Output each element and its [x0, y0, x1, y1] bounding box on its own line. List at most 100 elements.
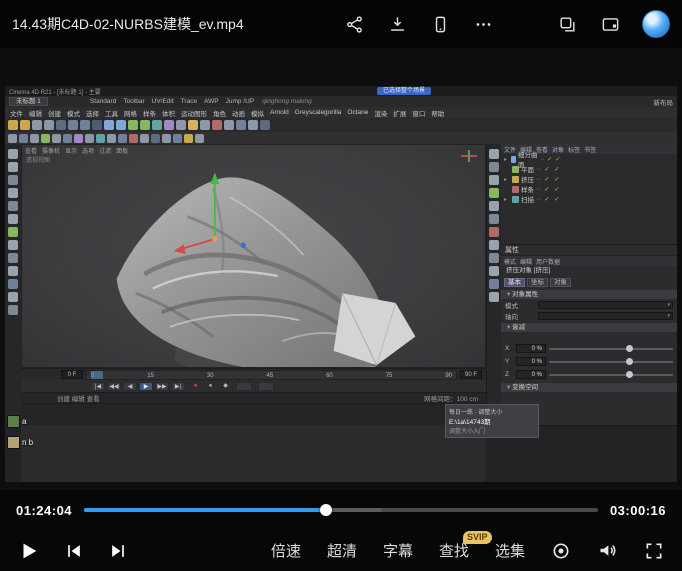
object-row[interactable]: 样条	[501, 184, 677, 194]
tool-icon[interactable]	[8, 253, 18, 263]
tool-icon[interactable]	[19, 134, 28, 143]
visibility-dots-icon[interactable]	[536, 176, 541, 183]
c4d-layout-tab[interactable]: Standard	[90, 98, 116, 105]
tool-icon[interactable]	[8, 240, 18, 250]
object-manager-menu-item[interactable]: 文件	[504, 145, 516, 154]
tool-icon[interactable]	[30, 134, 39, 143]
c4d-layout-tab[interactable]: Jump /UP	[226, 98, 255, 105]
object-row[interactable]: 挤压	[501, 174, 677, 184]
value-field[interactable]: 0 %	[516, 344, 546, 353]
tool-icon[interactable]	[128, 120, 138, 130]
tool-icon[interactable]	[140, 120, 150, 130]
tool-icon[interactable]	[8, 134, 17, 143]
section-header[interactable]: 变换空间	[501, 383, 677, 392]
c4d-menu-item[interactable]: Arnold	[270, 109, 289, 116]
transport-button[interactable]: ▶|	[171, 382, 185, 391]
subtitle-button[interactable]: 字幕	[383, 540, 413, 561]
end-frame-field[interactable]: 90 F	[460, 370, 482, 379]
tool-icon[interactable]	[164, 120, 174, 130]
progress-bar[interactable]	[84, 508, 598, 512]
tool-icon[interactable]	[489, 266, 499, 276]
attribute-menu-item[interactable]: 编辑	[520, 257, 532, 266]
tool-icon[interactable]	[52, 134, 61, 143]
tool-icon[interactable]	[8, 188, 18, 198]
c4d-menu-item[interactable]: 工具	[105, 108, 118, 118]
expander-icon[interactable]	[504, 176, 510, 183]
c4d-menu-item[interactable]: 编辑	[29, 108, 42, 118]
tool-icon[interactable]	[151, 134, 160, 143]
c4d-viewport[interactable]: 查看摄像机显示选项过滤面板 透视视图	[21, 144, 486, 368]
c4d-layout-tab[interactable]: UV/Edit	[152, 98, 174, 105]
object-manager-menu-item[interactable]: 对象	[552, 145, 564, 154]
tool-icon[interactable]	[96, 134, 105, 143]
viewport-menu-item[interactable]: 摄像机	[42, 146, 60, 155]
c4d-menu-item[interactable]: 窗口	[412, 108, 425, 118]
c4d-layout-button[interactable]: 新布局	[654, 97, 674, 107]
transport-option-box[interactable]	[236, 382, 252, 391]
enabled-check-icon[interactable]	[543, 165, 551, 173]
enabled-check-icon[interactable]	[553, 185, 561, 193]
transport-button[interactable]: ◀◀	[107, 382, 121, 391]
material-swatch[interactable]	[7, 415, 20, 428]
tool-icon[interactable]	[200, 120, 210, 130]
c4d-doc-tab[interactable]: 未标题 1	[9, 97, 48, 106]
slider[interactable]	[549, 361, 673, 363]
tool-icon[interactable]	[489, 175, 499, 185]
fullscreen-icon[interactable]	[644, 541, 664, 561]
attribute-tab[interactable]: 对象	[550, 278, 571, 287]
c4d-menu-item[interactable]: 网格	[124, 108, 137, 118]
next-button[interactable]	[108, 541, 128, 561]
attribute-menu-item[interactable]: 用户数据	[536, 257, 560, 266]
tool-icon[interactable]	[152, 120, 162, 130]
start-frame-field[interactable]: 0 F	[61, 370, 83, 379]
tool-icon[interactable]	[8, 149, 18, 159]
tool-icon[interactable]	[489, 253, 499, 263]
tool-icon[interactable]	[8, 201, 18, 211]
slider-knob[interactable]	[626, 358, 633, 365]
viewport-menu-item[interactable]: 面板	[116, 146, 128, 155]
c4d-menu-item[interactable]: 扩展	[393, 108, 406, 118]
tool-icon[interactable]	[116, 120, 126, 130]
tool-icon[interactable]	[260, 120, 270, 130]
tool-icon[interactable]	[8, 266, 18, 276]
c4d-menu-item[interactable]: Greyscalegorilla	[295, 109, 342, 116]
enabled-check-icon[interactable]	[553, 195, 561, 203]
viewport-menu-item[interactable]: 显示	[65, 146, 77, 155]
tool-icon[interactable]	[32, 120, 42, 130]
tool-icon[interactable]	[118, 134, 127, 143]
tool-icon[interactable]	[44, 120, 54, 130]
c4d-menu-item[interactable]: 角色	[213, 108, 226, 118]
c4d-menu-item[interactable]: 帮助	[431, 108, 444, 118]
tool-icon[interactable]	[489, 292, 499, 302]
attribute-tab[interactable]: 基本	[504, 278, 525, 287]
c4d-menu-item[interactable]: 动画	[232, 108, 245, 118]
dropdown[interactable]	[538, 312, 673, 320]
visibility-dots-icon[interactable]	[536, 196, 541, 203]
slider[interactable]	[549, 348, 673, 350]
c4d-menu-item[interactable]: 运动图形	[181, 108, 207, 118]
tool-icon[interactable]	[8, 214, 18, 224]
c4d-menu-item[interactable]: 体积	[162, 108, 175, 118]
material-manager-menu[interactable]: 创建 编辑 查看	[57, 393, 100, 403]
tool-icon[interactable]	[248, 120, 258, 130]
expander-icon[interactable]	[504, 196, 510, 203]
tool-icon[interactable]	[489, 279, 499, 289]
slider-knob[interactable]	[626, 345, 633, 352]
attribute-tab[interactable]: 坐标	[527, 278, 548, 287]
tool-icon[interactable]	[8, 120, 18, 130]
slider[interactable]	[549, 374, 673, 376]
timeline-ruler[interactable]: 0153045607590	[86, 370, 457, 380]
tool-icon[interactable]	[184, 134, 193, 143]
tool-icon[interactable]	[63, 134, 72, 143]
tool-icon[interactable]	[8, 175, 18, 185]
tool-icon[interactable]	[68, 120, 78, 130]
mini-player-icon[interactable]	[599, 13, 621, 35]
enabled-check-icon[interactable]	[543, 195, 551, 203]
share-icon[interactable]	[343, 13, 365, 35]
tool-icon[interactable]	[104, 120, 114, 130]
volume-icon[interactable]	[597, 540, 618, 561]
settings-icon[interactable]	[551, 541, 571, 561]
c4d-menu-item[interactable]: 创建	[48, 108, 61, 118]
c4d-menu-item[interactable]: 模拟	[251, 108, 264, 118]
download-icon[interactable]	[386, 13, 408, 35]
